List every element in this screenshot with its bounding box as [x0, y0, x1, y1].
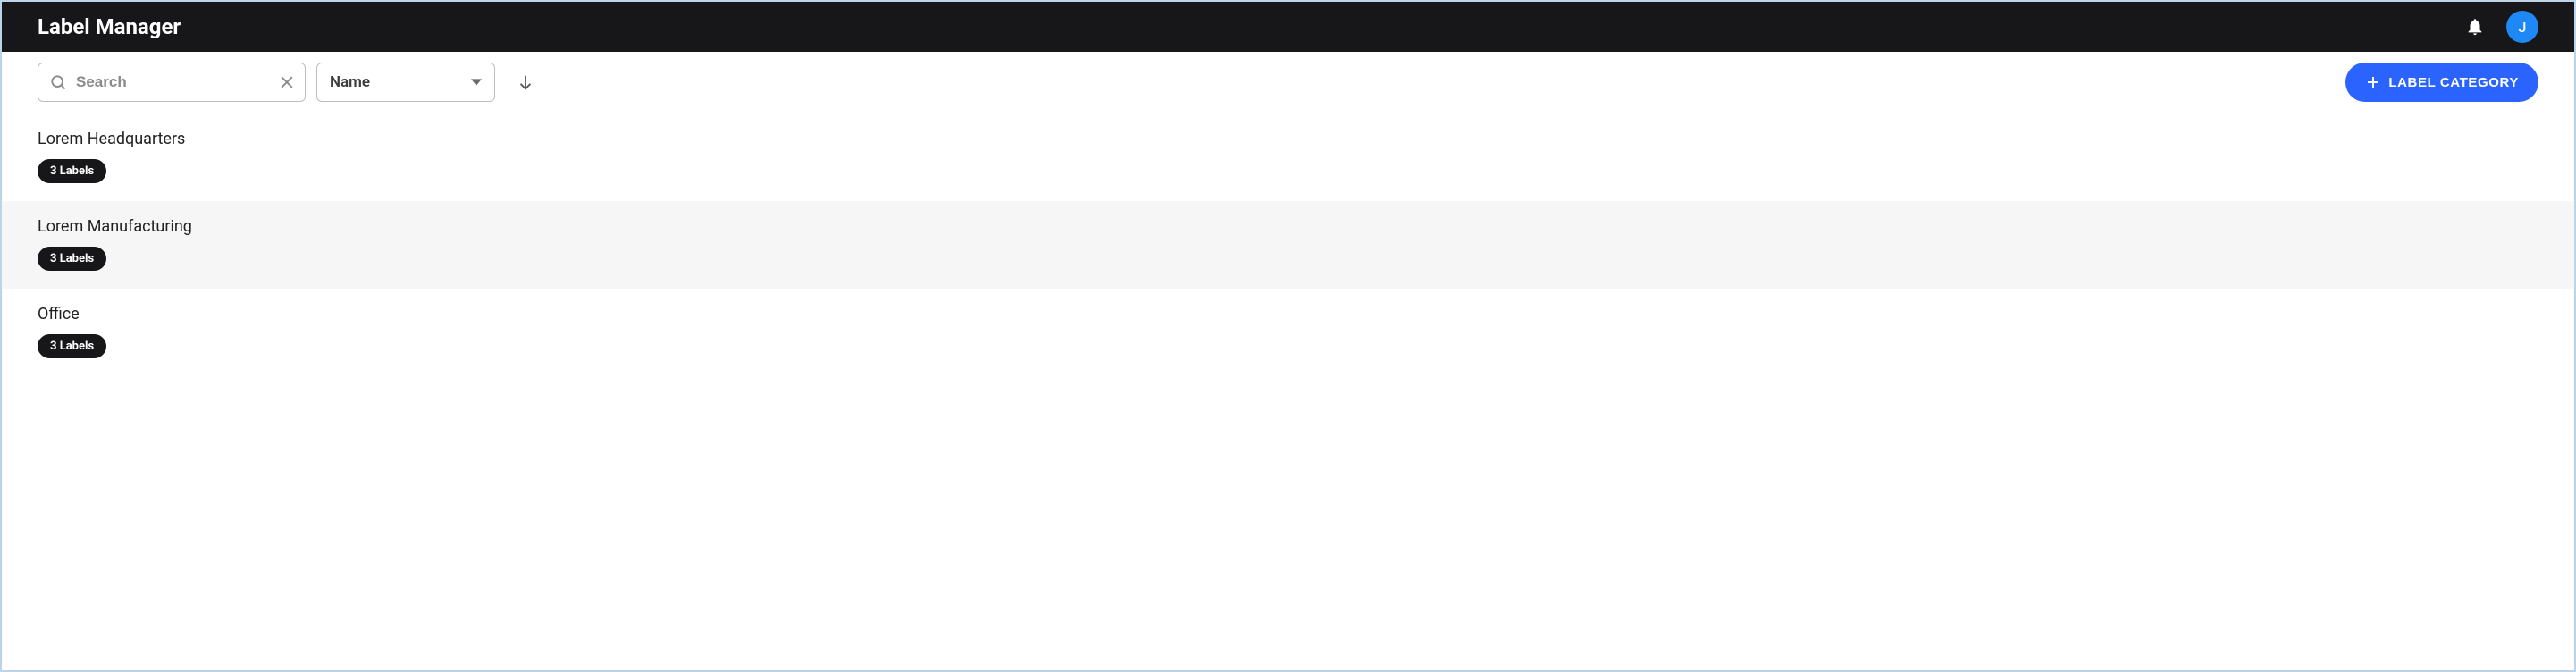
chevron-down-icon: [471, 77, 482, 88]
search-icon: [49, 73, 67, 91]
add-label-category-button[interactable]: LABEL CATEGORY: [2345, 63, 2538, 102]
list-item[interactable]: Office 3 Labels: [2, 289, 2574, 376]
category-name: Office: [38, 305, 2538, 323]
add-button-label: LABEL CATEGORY: [2388, 75, 2519, 90]
clear-search-icon[interactable]: [278, 73, 296, 91]
sort-select-value: Name: [330, 73, 370, 91]
user-avatar[interactable]: J: [2506, 11, 2538, 43]
category-name: Lorem Headquarters: [38, 130, 2538, 148]
label-count-badge: 3 Labels: [38, 334, 106, 358]
header-actions: J: [2465, 11, 2538, 43]
list-item[interactable]: Lorem Headquarters 3 Labels: [2, 113, 2574, 201]
notifications-icon[interactable]: [2465, 17, 2485, 37]
sort-select[interactable]: Name: [316, 63, 495, 102]
category-name: Lorem Manufacturing: [38, 217, 2538, 236]
avatar-initial: J: [2519, 19, 2527, 36]
app-header: Label Manager J: [2, 2, 2574, 52]
list-item[interactable]: Lorem Manufacturing 3 Labels: [2, 201, 2574, 289]
plus-icon: [2365, 74, 2381, 90]
sort-direction-button[interactable]: [506, 63, 545, 102]
search-input[interactable]: [38, 63, 315, 101]
search-field-wrap: [38, 63, 306, 102]
toolbar: Name LABEL CATEGORY: [2, 52, 2574, 113]
label-count-badge: 3 Labels: [38, 159, 106, 183]
page-title: Label Manager: [38, 14, 181, 39]
label-count-badge: 3 Labels: [38, 247, 106, 271]
category-list: Lorem Headquarters 3 Labels Lorem Manufa…: [2, 113, 2574, 376]
